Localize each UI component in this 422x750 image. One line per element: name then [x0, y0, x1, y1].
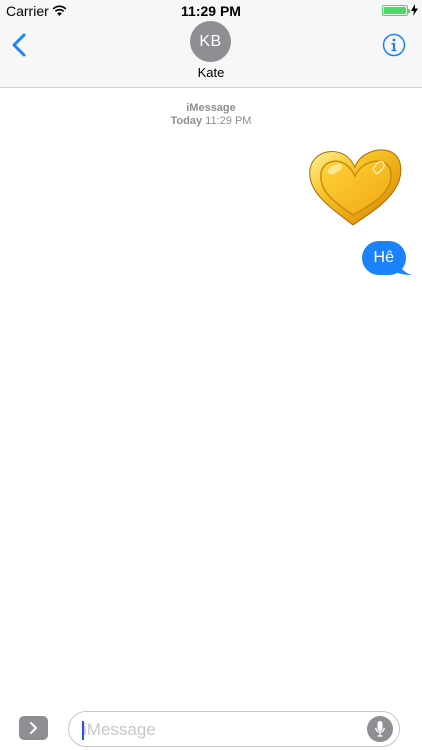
message-timestamp: Today 11:29 PM [0, 115, 422, 127]
timestamp-time: 11:29 PM [205, 115, 252, 127]
contact-name[interactable]: Kate [0, 65, 422, 80]
charging-bolt-icon [411, 4, 418, 16]
status-bar: Carrier 11:29 PM [0, 0, 422, 22]
message-input-placeholder: iMessage [83, 720, 156, 739]
back-button[interactable] [8, 30, 32, 60]
battery-icon [382, 5, 410, 16]
message-text: Hê [373, 249, 394, 266]
battery-level [384, 7, 406, 14]
info-button[interactable] [382, 33, 406, 57]
info-circle-icon [382, 33, 406, 57]
message-composer: iMessage [0, 705, 422, 750]
outgoing-message-bubble[interactable]: Hê [361, 241, 412, 275]
contact-avatar[interactable]: KB [190, 21, 231, 62]
chevron-left-icon [12, 33, 26, 57]
dictation-button[interactable] [367, 716, 393, 742]
timestamp-day: Today [170, 115, 203, 127]
apps-button[interactable] [19, 716, 48, 740]
microphone-icon [375, 721, 385, 737]
message-input[interactable]: iMessage [68, 711, 400, 747]
service-label: iMessage [186, 102, 236, 114]
bubble-tail [396, 261, 412, 275]
chevron-right-icon [29, 721, 38, 735]
status-time: 11:29 PM [181, 3, 241, 19]
gold-heart-sticker[interactable] [305, 145, 405, 230]
